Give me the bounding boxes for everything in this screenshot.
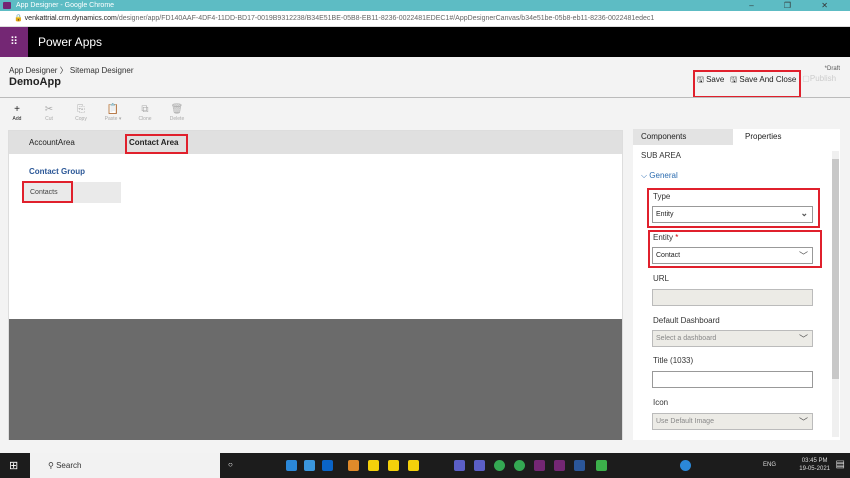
clone-button[interactable]: ⧉ Clone xyxy=(134,104,156,122)
publish-button[interactable]: ▢Publish xyxy=(802,74,836,88)
outlook-icon[interactable] xyxy=(322,460,333,471)
clock[interactable]: 03:45 PM 19-05-2021 xyxy=(799,457,830,473)
dashboard-placeholder: Select a dashboard xyxy=(656,335,717,342)
add-button[interactable]: + Add xyxy=(6,104,28,122)
app-name[interactable]: Power Apps xyxy=(38,35,102,49)
publish-label: Publish xyxy=(809,74,837,83)
icon-label: Icon xyxy=(653,398,669,407)
search-icon: ⚲ xyxy=(48,461,54,470)
taskbar-search[interactable]: ⚲ Search xyxy=(30,453,220,478)
panel-tabs: Components Properties xyxy=(633,129,840,145)
paste-label: Paste ▾ xyxy=(104,116,122,122)
chrome-icon[interactable] xyxy=(494,460,505,471)
chevron-down-icon: ﹀ xyxy=(798,417,808,427)
sitemap-canvas: AccountArea Contact Area Contact Group C… xyxy=(8,130,623,440)
language-indicator[interactable]: ENG xyxy=(763,462,776,468)
cut-button[interactable]: ✂ Cut xyxy=(38,104,60,122)
cortana-icon[interactable]: ○ xyxy=(228,460,239,471)
title-input[interactable] xyxy=(652,371,813,388)
chrome-icon[interactable] xyxy=(514,460,525,471)
highlight-box xyxy=(693,70,801,98)
canvas-empty-area xyxy=(9,319,622,440)
general-section-toggle[interactable]: ⌵ General xyxy=(641,171,678,181)
edge-icon[interactable] xyxy=(286,460,297,471)
teams-icon[interactable] xyxy=(454,460,465,471)
breadcrumb[interactable]: App Designer 〉 Sitemap Designer xyxy=(9,65,134,76)
clone-icon: ⧉ xyxy=(141,104,149,115)
copy-button[interactable]: ⎘ Copy xyxy=(70,104,92,122)
app-favicon-icon xyxy=(3,2,11,9)
copy-label: Copy xyxy=(75,116,87,122)
sticky-notes-icon[interactable] xyxy=(368,460,379,471)
title-label: Title (1033) xyxy=(653,356,694,365)
paste-icon: 📋 xyxy=(106,104,120,115)
sticky-notes-icon[interactable] xyxy=(388,460,399,471)
search-label: Search xyxy=(56,461,82,470)
time: 03:45 PM xyxy=(801,458,828,464)
toolbar: + Add ✂ Cut ⎘ Copy 📋 Paste ▾ ⧉ Clone 🗑 Delete xyxy=(6,104,188,122)
powerapps-icon[interactable] xyxy=(534,460,545,471)
url-input[interactable] xyxy=(652,289,813,306)
url-label: URL xyxy=(653,274,670,283)
app-launcher-icon[interactable]: ⠿ xyxy=(0,27,28,57)
delete-label: Delete xyxy=(169,116,185,122)
windows-start-icon[interactable]: ⊞ xyxy=(9,459,18,472)
add-icon: + xyxy=(14,104,20,115)
tab-components[interactable]: Components xyxy=(641,132,686,141)
general-label: General xyxy=(649,171,678,180)
properties-panel: Components Properties SUB AREA ⌵ General… xyxy=(633,129,840,440)
highlight-box xyxy=(22,181,73,203)
tab-properties[interactable]: Properties xyxy=(745,132,781,141)
cut-icon: ✂ xyxy=(44,104,54,115)
cut-label: Cut xyxy=(45,116,53,122)
store-icon[interactable] xyxy=(304,460,315,471)
address-bar[interactable]: 🔒 venkattrial.crm.dynamics.com/designer/… xyxy=(0,11,850,27)
sticky-notes-icon[interactable] xyxy=(408,460,419,471)
date: 19-05-2021 xyxy=(799,466,830,472)
app-icon[interactable] xyxy=(596,460,607,471)
icon-select[interactable]: Use Default Image ﹀ xyxy=(652,413,813,430)
page-title: DemoApp xyxy=(9,76,61,88)
dashboard-select[interactable]: Select a dashboard ﹀ xyxy=(652,330,813,347)
highlight-box xyxy=(648,230,822,268)
section-title: SUB AREA xyxy=(641,151,682,160)
delete-icon: 🗑 xyxy=(170,104,184,115)
notification-app-icon[interactable] xyxy=(348,460,359,471)
url-host: venkattrial.crm.dynamics.com xyxy=(24,15,117,22)
add-label: Add xyxy=(12,116,22,122)
notifications-icon[interactable]: ▤ xyxy=(836,459,845,470)
powerapps-icon[interactable] xyxy=(554,460,565,471)
copy-icon: ⎘ xyxy=(77,104,85,115)
teams-icon[interactable] xyxy=(474,460,485,471)
area-tabs: AccountArea Contact Area xyxy=(9,131,622,154)
divider xyxy=(0,97,850,98)
highlight-box xyxy=(125,134,188,154)
url-path: /designer/app/FD140AAF-4DF4-11DD-BD17-00… xyxy=(116,15,655,22)
browser-title: App Designer - Google Chrome xyxy=(16,2,115,9)
taskbar: ⊞ ⚲ Search ○ ENG 03:45 PM 19-05-2021 ▤ xyxy=(0,453,850,478)
chevron-down-icon: ﹀ xyxy=(798,334,808,344)
scrollbar-thumb[interactable] xyxy=(832,159,839,379)
highlight-box xyxy=(647,188,820,228)
browser-title-bar: App Designer - Google Chrome – ❐ ✕ xyxy=(0,0,850,11)
icon-value: Use Default Image xyxy=(656,418,714,425)
word-icon[interactable] xyxy=(574,460,585,471)
delete-button[interactable]: 🗑 Delete xyxy=(166,104,188,122)
paste-button[interactable]: 📋 Paste ▾ xyxy=(102,104,124,122)
app-header: ⠿ Power Apps xyxy=(0,27,850,57)
help-icon[interactable] xyxy=(680,460,691,471)
dashboard-label: Default Dashboard xyxy=(653,316,720,325)
panel-scrollbar[interactable] xyxy=(832,151,839,437)
draft-status: *Draft xyxy=(824,66,840,72)
window-controls[interactable]: – ❐ ✕ xyxy=(749,0,842,11)
group-title[interactable]: Contact Group xyxy=(29,167,85,176)
clone-label: Clone xyxy=(138,116,152,122)
tab-account-area[interactable]: AccountArea xyxy=(29,138,75,147)
